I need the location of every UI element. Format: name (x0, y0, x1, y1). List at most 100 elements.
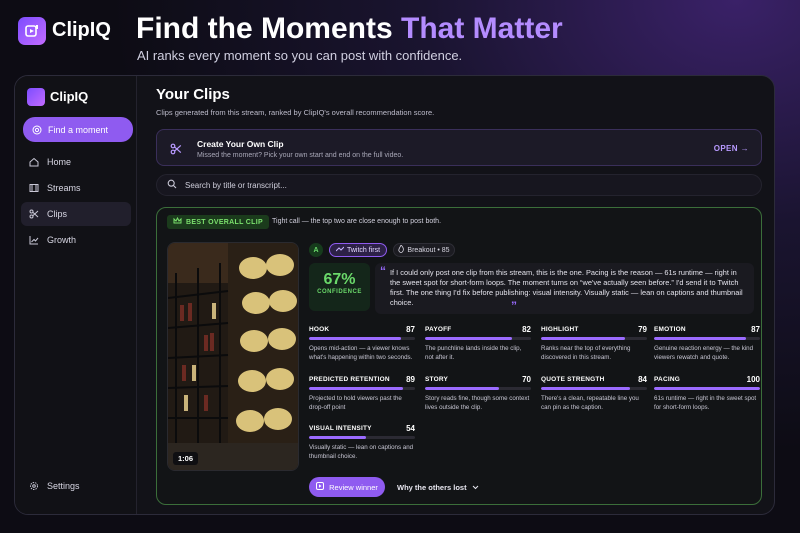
metric-bar-fill (309, 337, 402, 340)
metric-description: Story reads fine, though some context li… (425, 395, 530, 411)
metric-value: 82 (522, 324, 531, 334)
metric-bar (541, 387, 647, 390)
chevron-down-icon (472, 483, 479, 492)
confidence-box: 67% CONFIDENCE (309, 263, 370, 311)
metric-value: 54 (406, 423, 415, 433)
metric-highlight: HIGHLIGHT 79 Ranks near the top of everyth… (541, 324, 647, 362)
chart-icon (29, 235, 39, 245)
metric-bar (425, 387, 531, 390)
app-window: ClipIQ Find a moment Home Streams Clips … (14, 75, 775, 515)
metric-bar-fill (309, 436, 367, 439)
open-button[interactable]: OPEN → (714, 144, 749, 153)
clipiq-logo-icon (18, 17, 46, 45)
sidebar-item-label: Streams (47, 183, 81, 193)
search-icon (167, 176, 177, 194)
metric-description: Genuine reaction energy — the kind viewe… (654, 345, 754, 361)
hero-title-accent: That Matter (401, 12, 563, 45)
scissors-icon (29, 209, 39, 219)
sidebar-logo-icon (27, 88, 45, 106)
metric-bar-fill (541, 337, 625, 340)
breakout-label: Breakout • 85 (407, 246, 450, 254)
metric-header: PAYOFF 82 (425, 324, 531, 334)
create-clip-banner[interactable]: Create Your Own Clip Missed the moment? … (156, 129, 762, 166)
metric-value: 79 (638, 324, 647, 334)
metric-bar (309, 436, 415, 439)
quote-open-icon: “ (380, 264, 386, 278)
platform-label: Twitch first (346, 246, 381, 254)
metric-value: 87 (406, 324, 415, 334)
review-winner-button[interactable]: Review winner (309, 477, 385, 497)
target-icon (32, 125, 42, 135)
best-overall-badge: BEST OVERALL CLIP (167, 215, 269, 229)
metric-predicted-retention: PREDICTED RETENTION 89 Projected to hold v… (309, 374, 415, 412)
metric-hook: HOOK 87 Opens mid-action — a viewer knows … (309, 324, 415, 362)
metric-name: PREDICTED RETENTION (309, 375, 390, 383)
find-moment-button[interactable]: Find a moment (23, 117, 133, 142)
metric-header: EMOTION 87 (654, 324, 760, 334)
metric-description: 61s runtime — right in the sweet spot fo… (654, 395, 757, 411)
scissors-icon (170, 142, 182, 160)
metric-value: 70 (522, 374, 531, 384)
metric-bar-fill (541, 387, 631, 390)
create-clip-title: Create Your Own Clip (197, 139, 284, 149)
metric-header: VISUAL INTENSITY 54 (309, 423, 415, 433)
page-subtitle: Clips generated from this stream, ranked… (156, 108, 435, 117)
review-winner-label: Review winner (329, 482, 378, 492)
metric-bar (425, 337, 531, 340)
search-input[interactable] (185, 180, 685, 190)
metric-payoff: PAYOFF 82 The punchline lands inside the c… (425, 324, 531, 362)
sidebar-item-settings[interactable]: Settings (21, 474, 131, 498)
sidebar: ClipIQ Find a moment Home Streams Clips … (15, 76, 137, 514)
sidebar-item-label: Settings (47, 481, 80, 491)
metric-bar-fill (309, 387, 404, 390)
metric-value: 89 (406, 374, 415, 384)
why-others-lost-button[interactable]: Why the others lost (397, 477, 479, 497)
metric-header: HOOK 87 (309, 324, 415, 334)
metric-value: 100 (746, 374, 760, 384)
search-bar (156, 174, 762, 196)
metric-name: EMOTION (654, 325, 686, 333)
metric-description: Projected to hold viewers past the drop-… (309, 395, 402, 411)
metric-bar-fill (425, 387, 500, 390)
metric-pacing: PACING 100 61s runtime — right in the swee… (654, 374, 760, 412)
find-moment-label: Find a moment (48, 124, 109, 135)
metric-visual-intensity: VISUAL INTENSITY 54 Visually static — lean… (309, 423, 415, 461)
main-content: Your Clips Clips generated from this str… (137, 76, 774, 514)
create-clip-subtitle: Missed the moment? Pick your own start a… (197, 152, 404, 159)
metric-name: VISUAL INTENSITY (309, 424, 372, 432)
platform-chip: Twitch first (329, 243, 387, 257)
page-title: Your Clips (156, 86, 230, 103)
tight-call-note: Tight call — the top two are close enoug… (272, 218, 442, 225)
crown-icon (173, 216, 182, 227)
metric-description: Visually static — lean on captions and t… (309, 444, 414, 460)
brand-name: ClipIQ (52, 19, 111, 41)
trending-icon (335, 246, 345, 254)
metric-name: PAYOFF (425, 325, 452, 333)
hero-title: Find the Moments That Matter (136, 12, 563, 46)
metric-bar-fill (654, 387, 760, 390)
metric-header: STORY 70 (425, 374, 531, 384)
metric-value: 87 (751, 324, 760, 334)
home-icon (29, 157, 39, 167)
gear-icon (29, 481, 39, 491)
sidebar-item-label: Growth (47, 235, 77, 245)
clip-thumbnail[interactable]: 1:06 (167, 242, 299, 471)
sidebar-item-growth[interactable]: Growth (21, 228, 131, 252)
metric-name: HOOK (309, 325, 330, 333)
quote-close-icon: ” (511, 299, 517, 313)
metric-bar (654, 337, 760, 340)
sidebar-item-streams[interactable]: Streams (21, 176, 131, 200)
quote-text: If I could only post one clip from this … (390, 268, 743, 307)
metric-bar-fill (425, 337, 512, 340)
best-overall-label: BEST OVERALL CLIP (186, 218, 263, 226)
flame-icon (398, 244, 405, 255)
sidebar-item-home[interactable]: Home (21, 150, 131, 174)
metric-bar (309, 387, 415, 390)
metric-name: QUOTE STRENGTH (541, 375, 605, 383)
metric-name: HIGHLIGHT (541, 325, 579, 333)
metric-story: STORY 70 Story reads fine, though some con… (425, 374, 531, 412)
metric-bar (654, 387, 760, 390)
breakout-chip: Breakout • 85 (393, 243, 455, 257)
sidebar-item-clips[interactable]: Clips (21, 202, 131, 226)
metric-header: HIGHLIGHT 79 (541, 324, 647, 334)
